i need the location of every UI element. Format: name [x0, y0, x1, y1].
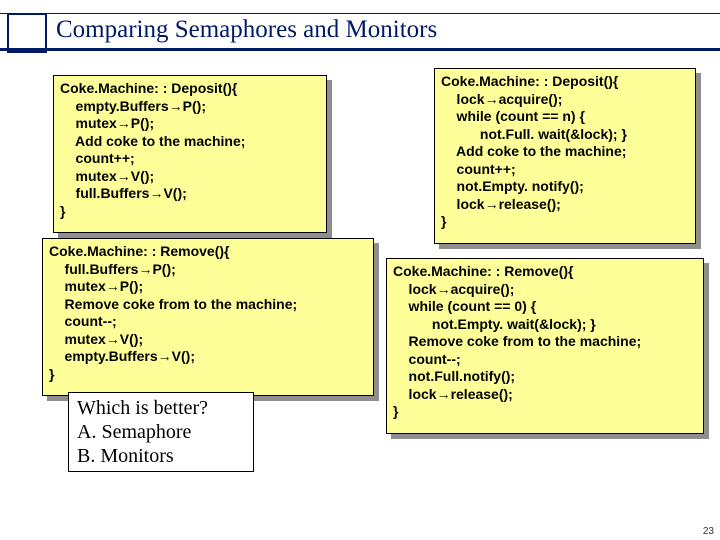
question-box: Which is better? A. Semaphore B. Monitor…	[68, 392, 254, 472]
semaphore-deposit-code: Coke.Machine: : Deposit(){ empty.Buffers…	[53, 75, 327, 233]
header-rule-thick	[0, 48, 720, 51]
semaphore-remove-code: Coke.Machine: : Remove(){ full.Buffers→P…	[42, 238, 374, 396]
monitor-deposit-code: Coke.Machine: : Deposit(){ lock→acquire(…	[434, 68, 696, 244]
header-corner-square	[7, 13, 47, 53]
page-number: 23	[703, 526, 714, 537]
monitor-remove-code: Coke.Machine: : Remove(){ lock→acquire()…	[386, 258, 704, 434]
page-title: Comparing Semaphores and Monitors	[56, 16, 437, 44]
header-rule-thin	[0, 13, 720, 14]
